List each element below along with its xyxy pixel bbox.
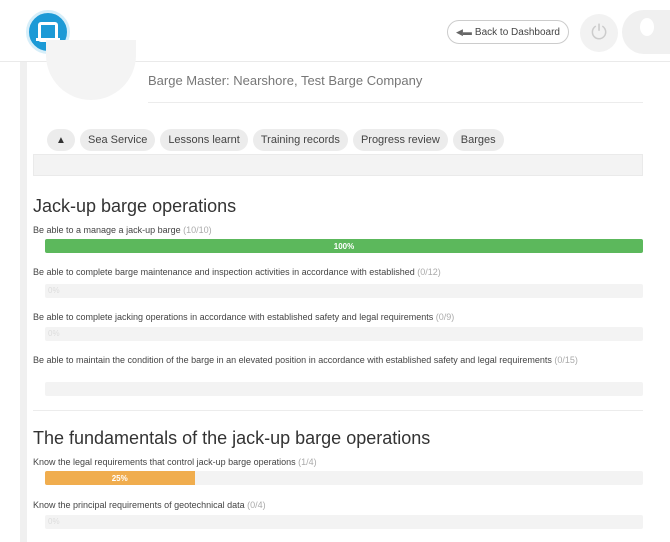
- section-title: The fundamentals of the jack-up barge op…: [33, 428, 431, 448]
- section-divider: [33, 410, 643, 411]
- progress-bar: 25%: [45, 471, 643, 485]
- left-edge-strip: [20, 62, 27, 542]
- competency-label: Be able to complete jacking operations i…: [33, 312, 455, 322]
- filter-bar: [33, 154, 643, 176]
- tab-lessons-learnt[interactable]: Lessons learnt: [160, 129, 248, 151]
- competency-label: Be able to complete barge maintenance an…: [33, 267, 441, 277]
- profile-divider: [148, 102, 643, 103]
- profile-avatar: [46, 40, 136, 100]
- arrow-left-icon: ◀▬: [456, 26, 472, 37]
- progress-bar: 0%: [45, 327, 643, 341]
- avatar-head: [640, 18, 654, 36]
- progress-text: 0%: [48, 517, 60, 526]
- competency-label: Know the principal requirements of geote…: [33, 500, 266, 510]
- power-icon[interactable]: ⏻: [580, 14, 618, 52]
- back-to-dashboard-button[interactable]: ◀▬ Back to Dashboard: [447, 20, 569, 44]
- progress-fill: 100%: [45, 239, 643, 253]
- progress-bar: 0%: [45, 284, 643, 298]
- home-icon: ▲: [56, 134, 66, 146]
- competency-label: Be able to a manage a jack-up barge (10/…: [33, 225, 212, 235]
- section-title: Jack-up barge operations: [33, 196, 237, 216]
- tab-home[interactable]: ▲: [47, 129, 75, 151]
- nav-tabs: ▲ Sea Service Lessons learnt Training re…: [47, 129, 504, 151]
- progress-text: 0%: [48, 286, 60, 295]
- progress-bar: [45, 382, 643, 396]
- profile-title: Barge Master: Nearshore, Test Barge Comp…: [148, 73, 423, 88]
- progress-bar: 100%: [45, 239, 643, 253]
- tab-training-records[interactable]: Training records: [252, 129, 348, 151]
- tab-sea-service[interactable]: Sea Service: [80, 129, 156, 151]
- back-to-dashboard-label: Back to Dashboard: [474, 26, 560, 38]
- progress-text: 0%: [48, 329, 60, 338]
- progress-fill: 25%: [45, 471, 195, 485]
- user-avatar-icon[interactable]: [622, 10, 670, 54]
- competency-label: Be able to maintain the condition of the…: [33, 355, 578, 365]
- tab-barges[interactable]: Barges: [452, 129, 504, 151]
- competency-label: Know the legal requirements that control…: [33, 457, 317, 467]
- tab-progress-review[interactable]: Progress review: [352, 129, 448, 151]
- progress-bar: 0%: [45, 515, 643, 529]
